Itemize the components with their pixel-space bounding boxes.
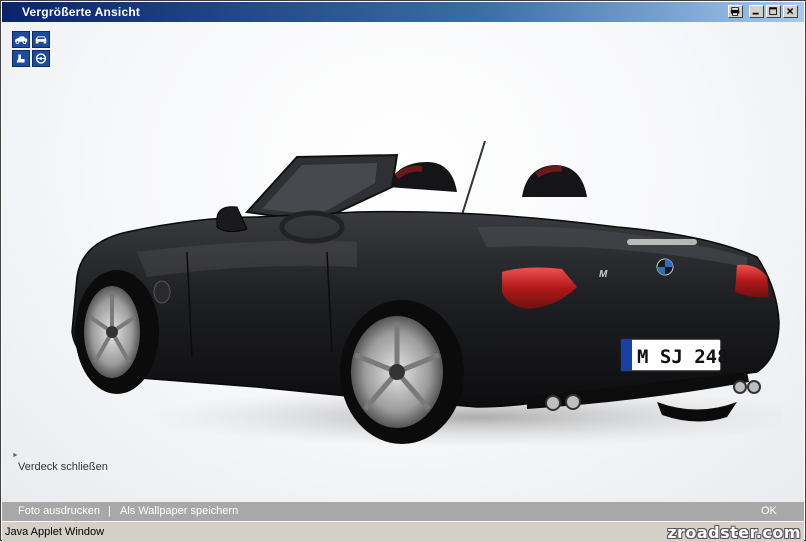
footer-separator: | bbox=[108, 505, 111, 517]
car-steering-view-icon bbox=[35, 53, 47, 64]
maximize-icon bbox=[769, 7, 777, 15]
car-image: M M SJ 248 bbox=[71, 140, 782, 447]
minimize-button[interactable] bbox=[749, 5, 764, 18]
maximize-button[interactable] bbox=[766, 5, 781, 18]
minimize-icon bbox=[752, 12, 759, 15]
footer-bar: Foto ausdrucken | Als Wallpaper speicher… bbox=[2, 502, 804, 521]
save-wallpaper-link[interactable]: Als Wallpaper speichern bbox=[120, 505, 238, 517]
arrow-right-icon: ► bbox=[12, 452, 19, 459]
status-bar: Java Applet Window zroadster.com bbox=[2, 521, 804, 542]
window-title: Vergrößerte Ansicht bbox=[22, 5, 141, 19]
roof-toggle-link[interactable]: ► Verdeck schließen bbox=[8, 452, 108, 473]
ok-button[interactable]: OK bbox=[761, 505, 777, 517]
status-text: Java Applet Window bbox=[5, 526, 105, 538]
applet-window: Vergrößerte Ansicht M M SJ 248 ► Verdeck… bbox=[0, 0, 806, 542]
svg-text:M: M bbox=[599, 269, 608, 280]
view-button-side[interactable] bbox=[12, 31, 30, 48]
license-plate-text: M SJ 248 bbox=[637, 346, 729, 368]
view-button-front[interactable] bbox=[32, 31, 50, 48]
car-view-area: M M SJ 248 ► Verdeck schließen bbox=[2, 22, 804, 502]
view-button-cockpit[interactable] bbox=[32, 50, 50, 67]
view-button-interior[interactable] bbox=[12, 50, 30, 67]
car-side-view-icon bbox=[14, 36, 28, 44]
roof-toggle-label: Verdeck schließen bbox=[18, 461, 108, 473]
watermark: zroadster.com bbox=[667, 523, 801, 542]
car-front-view-icon bbox=[35, 36, 47, 44]
close-button[interactable] bbox=[783, 5, 798, 18]
close-icon bbox=[787, 8, 794, 15]
print-photo-link[interactable]: Foto ausdrucken bbox=[18, 505, 100, 517]
view-selector bbox=[12, 31, 50, 67]
window-controls bbox=[728, 5, 798, 18]
title-bar[interactable]: Vergrößerte Ansicht bbox=[2, 2, 804, 22]
print-icon bbox=[730, 7, 740, 16]
car-interior-view-icon bbox=[16, 54, 25, 63]
print-button[interactable] bbox=[728, 5, 743, 18]
